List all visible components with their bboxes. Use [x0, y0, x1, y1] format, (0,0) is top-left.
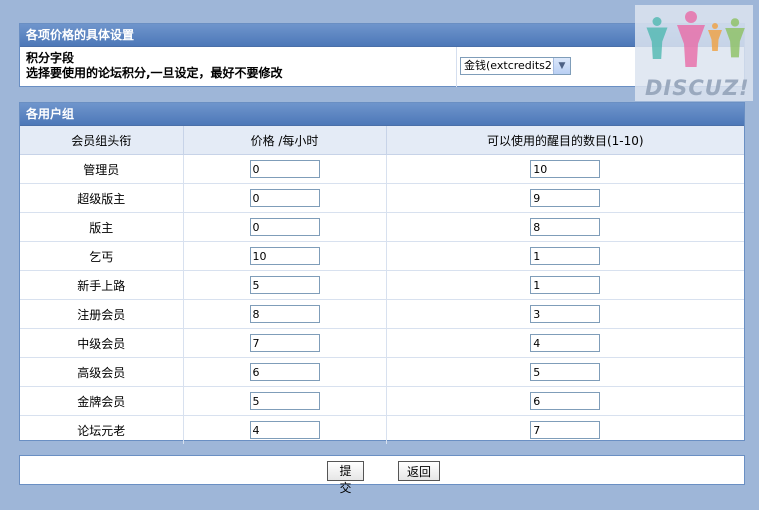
highlight-count-input[interactable] [530, 276, 601, 294]
highlight-count-input[interactable] [530, 392, 601, 410]
column-header-price: 价格 /每小时 [183, 126, 387, 155]
credit-field-label-title: 积分字段 [26, 51, 75, 65]
price-cell [183, 270, 387, 300]
count-cell [386, 154, 744, 184]
count-cell [386, 328, 744, 358]
highlight-count-input[interactable] [530, 247, 601, 265]
user-groups-panel: 各用户组 会员组头衔 价格 /每小时 可以使用的醒目的数目(1-10) 管理员超… [19, 102, 745, 444]
column-header-group-title: 会员组头衔 [20, 126, 184, 155]
table-row: 管理员 [20, 154, 744, 184]
credit-field-label: 积分字段 选择要使用的论坛积分,一旦设定，最好不要修改 [26, 51, 283, 81]
highlight-count-input[interactable] [530, 305, 601, 323]
people-logo-icon [646, 11, 745, 67]
table-row: 中级会员 [20, 328, 744, 358]
highlight-count-input[interactable] [530, 334, 601, 352]
price-cell [183, 328, 387, 358]
credit-field-select[interactable]: 金钱(extcredits2) ▼ [460, 57, 571, 75]
table-row: 论坛元老 [20, 415, 744, 445]
count-cell [386, 416, 744, 445]
price-input[interactable] [249, 421, 320, 439]
highlight-count-input[interactable] [530, 218, 601, 236]
price-input[interactable] [249, 305, 320, 323]
table-row: 乞丐 [20, 241, 744, 271]
group-name: 高级会员 [20, 357, 184, 387]
logo-text: DISCUZ! [645, 76, 750, 100]
column-header-count: 可以使用的醒目的数目(1-10) [386, 126, 744, 155]
price-input[interactable] [249, 392, 320, 410]
group-name: 新手上路 [20, 270, 184, 300]
price-cell [183, 212, 387, 242]
submit-button[interactable]: 提 交 [327, 461, 364, 495]
highlight-count-input[interactable] [530, 160, 601, 178]
table-row: 新手上路 [20, 270, 744, 300]
column-divider [456, 47, 457, 87]
price-input[interactable] [249, 218, 320, 236]
user-groups-table: 会员组头衔 价格 /每小时 可以使用的醒目的数目(1-10) 管理员超级版主版主… [20, 126, 744, 444]
price-cell [183, 357, 387, 387]
price-input[interactable] [249, 363, 320, 381]
count-cell [386, 299, 744, 329]
highlight-count-input[interactable] [530, 421, 601, 439]
highlight-count-input[interactable] [530, 363, 601, 381]
count-cell [386, 183, 744, 213]
table-row: 金牌会员 [20, 386, 744, 416]
count-cell [386, 241, 744, 271]
price-input[interactable] [249, 247, 320, 265]
group-name: 版主 [20, 212, 184, 242]
credit-field-selected-value: 金钱(extcredits2) [464, 59, 557, 72]
price-input[interactable] [249, 276, 320, 294]
group-name: 超级版主 [20, 183, 184, 213]
table-header-row: 会员组头衔 价格 /每小时 可以使用的醒目的数目(1-10) [20, 126, 744, 155]
table-row: 超级版主 [20, 183, 744, 213]
table-row: 注册会员 [20, 299, 744, 329]
price-cell [183, 154, 387, 184]
count-cell [386, 386, 744, 416]
highlight-count-input[interactable] [530, 189, 601, 207]
discuz-logo: DISCUZ! [635, 5, 753, 101]
table-row: 版主 [20, 212, 744, 242]
credit-field-label-hint: 选择要使用的论坛积分,一旦设定，最好不要修改 [26, 66, 283, 80]
groups-panel-title: 各用户组 [20, 103, 744, 126]
chevron-down-icon[interactable]: ▼ [553, 58, 570, 74]
price-input[interactable] [249, 334, 320, 352]
group-name: 中级会员 [20, 328, 184, 358]
group-name: 乞丐 [20, 241, 184, 271]
price-cell [183, 183, 387, 213]
price-input[interactable] [249, 160, 320, 178]
group-name: 论坛元老 [20, 415, 184, 444]
price-cell [183, 415, 387, 444]
price-cell [183, 299, 387, 329]
group-name: 管理员 [20, 154, 184, 184]
group-name: 注册会员 [20, 299, 184, 329]
price-input[interactable] [249, 189, 320, 207]
group-name: 金牌会员 [20, 386, 184, 416]
price-cell [183, 386, 387, 416]
count-cell [386, 212, 744, 242]
table-row: 高级会员 [20, 357, 744, 387]
price-cell [183, 241, 387, 271]
back-button[interactable]: 返回 [398, 461, 440, 481]
actions-panel: 提 交 返回 [19, 455, 745, 495]
count-cell [386, 357, 744, 387]
count-cell [386, 270, 744, 300]
